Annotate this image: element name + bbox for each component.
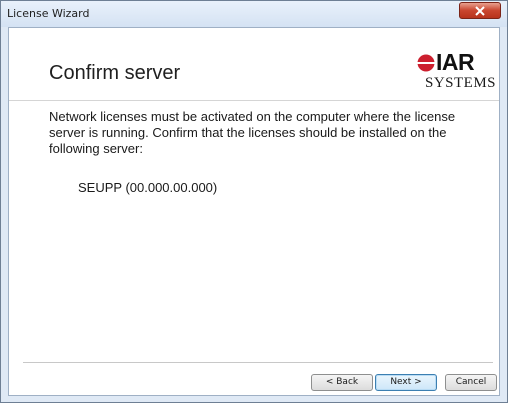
header-divider [9,100,499,101]
footer-divider [23,362,493,363]
next-button[interactable]: Next > [375,374,437,391]
server-name: SEUPP (00.000.00.000) [78,180,218,195]
logo-mark-icon [417,54,435,72]
cancel-button[interactable]: Cancel [445,374,497,391]
window-title: License Wizard [7,7,90,20]
close-button[interactable] [459,2,501,19]
iar-systems-logo: IAR SYSTEMS [417,49,496,95]
page-title: Confirm server [49,62,181,84]
description-text: Network licenses must be activated on th… [49,109,456,156]
wizard-content: Confirm server IAR SYSTEMS Network licen… [8,27,500,396]
title-bar[interactable]: License Wizard [1,1,507,27]
close-icon [475,6,485,16]
logo-subtext: SYSTEMS [425,75,497,91]
logo-word: IAR [436,49,475,75]
back-button[interactable]: < Back [311,374,373,391]
license-wizard-window: License Wizard Confirm server IAR SYSTEM… [0,0,508,403]
